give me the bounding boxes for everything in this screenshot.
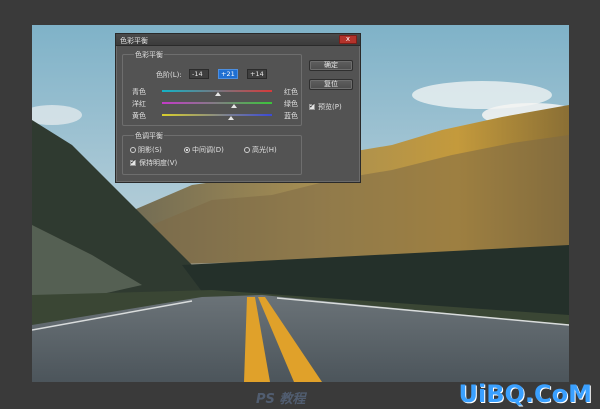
midtones-label: 中间调(D) bbox=[192, 146, 224, 154]
color-balance-dialog: 色彩平衡 x 色彩平衡 色阶(L): -14 +21 +14 青色 红色 洋红 … bbox=[115, 33, 361, 183]
cyan-red-thumb[interactable] bbox=[215, 92, 221, 96]
cyan-red-slider[interactable]: 青色 红色 bbox=[122, 86, 298, 96]
tone-balance-group-label: 色调平衡 bbox=[134, 131, 164, 141]
watermark: UiBQ.CoM bbox=[458, 380, 592, 408]
yellow-blue-thumb[interactable] bbox=[228, 116, 234, 120]
preserve-luminosity-checkbox[interactable]: 保持明度(V) bbox=[130, 158, 177, 168]
shadows-radio[interactable]: 阴影(S) bbox=[130, 145, 162, 155]
shadows-label: 阴影(S) bbox=[138, 146, 162, 154]
preserve-luminosity-label: 保持明度(V) bbox=[139, 159, 178, 167]
magenta-green-track[interactable] bbox=[162, 102, 272, 104]
radio-icon[interactable] bbox=[244, 147, 250, 153]
radio-selected-icon[interactable] bbox=[184, 147, 190, 153]
red-label: 红色 bbox=[284, 88, 298, 96]
checkbox-checked-icon[interactable] bbox=[130, 158, 136, 166]
close-button[interactable]: x bbox=[339, 35, 357, 44]
watermark-small: PS 教程 bbox=[256, 392, 306, 407]
close-icon: x bbox=[345, 35, 351, 43]
dialog-title: 色彩平衡 bbox=[120, 37, 148, 45]
levels-label: 色阶(L): bbox=[156, 71, 182, 79]
yellow-label: 黄色 bbox=[132, 112, 146, 120]
highlights-radio[interactable]: 高光(H) bbox=[244, 145, 277, 155]
preview-label: 预览(P) bbox=[318, 103, 342, 111]
preview-checkbox[interactable]: 预览(P) bbox=[309, 102, 342, 112]
magenta-green-thumb[interactable] bbox=[231, 104, 237, 108]
color-balance-group-label: 色彩平衡 bbox=[134, 50, 164, 60]
radio-icon[interactable] bbox=[130, 147, 136, 153]
level-magenta-green-input[interactable]: +21 bbox=[218, 69, 238, 79]
level-cyan-red-input[interactable]: -14 bbox=[189, 69, 209, 79]
checkbox-checked-icon[interactable] bbox=[309, 102, 315, 110]
blue-label: 蓝色 bbox=[284, 112, 298, 120]
magenta-label: 洋红 bbox=[132, 100, 146, 108]
dialog-titlebar[interactable]: 色彩平衡 x bbox=[116, 34, 360, 46]
yellow-blue-slider[interactable]: 黄色 蓝色 bbox=[122, 110, 298, 120]
ok-button[interactable]: 确定 bbox=[309, 60, 353, 71]
cyan-label: 青色 bbox=[132, 88, 146, 96]
midtones-radio[interactable]: 中间调(D) bbox=[184, 145, 224, 155]
level-yellow-blue-input[interactable]: +14 bbox=[247, 69, 267, 79]
reset-button[interactable]: 复位 bbox=[309, 79, 353, 90]
tone-balance-group bbox=[122, 135, 302, 175]
magenta-green-slider[interactable]: 洋红 绿色 bbox=[122, 98, 298, 108]
yellow-blue-track[interactable] bbox=[162, 114, 272, 116]
green-label: 绿色 bbox=[284, 100, 298, 108]
highlights-label: 高光(H) bbox=[252, 146, 277, 154]
